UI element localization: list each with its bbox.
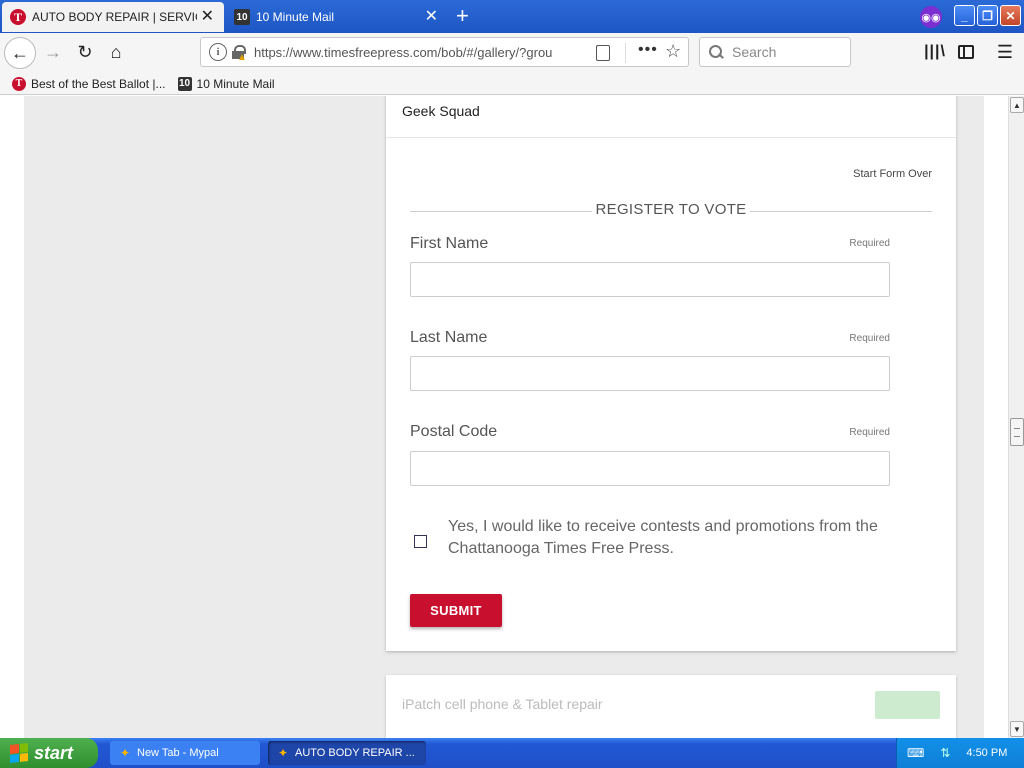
network-icon[interactable]: ⇅ (940, 746, 950, 760)
submit-button[interactable]: SUBMIT (410, 594, 502, 627)
start-label: start (34, 742, 74, 763)
start-button[interactable]: start (0, 738, 98, 768)
tab-strip: T AUTO BODY REPAIR | SERVICES ✕ 10 10 Mi… (0, 0, 1024, 33)
divider (386, 137, 956, 138)
browser-icon: ✦ (277, 746, 289, 760)
times-free-press-icon: T (10, 9, 26, 25)
scrollbar-thumb[interactable] (1010, 418, 1024, 446)
search-input[interactable]: Search (699, 37, 851, 67)
ten-minute-mail-icon: 10 (177, 76, 192, 91)
taskbar-item-auto-body-repair[interactable]: ✦ AUTO BODY REPAIR ... (268, 741, 426, 765)
restore-button[interactable]: ❐ (977, 5, 998, 26)
home-icon[interactable]: ⌂ (101, 37, 131, 67)
first-name-label: First Name (410, 235, 489, 252)
nominee-name: iPatch cell phone & Tablet repair (402, 696, 603, 712)
bookmark-label: Best of the Best Ballot |... (31, 76, 166, 91)
bookmark-10-minute-mail[interactable]: 10 10 Minute Mail (177, 76, 275, 91)
promotions-checkbox[interactable] (414, 535, 427, 548)
page-actions-more-icon[interactable]: ••• (638, 41, 658, 59)
bookmark-label: 10 Minute Mail (196, 76, 275, 91)
library-icon[interactable]: |||\ (920, 37, 950, 67)
nominee-card: iPatch cell phone & Tablet repair (386, 675, 956, 738)
nominee-name: Geek Squad (402, 103, 480, 119)
back-arrow-icon[interactable]: ← (4, 37, 36, 69)
page-content: Geek Squad Start Form Over REGISTER TO V… (0, 96, 1008, 738)
taskbar-item-label: AUTO BODY REPAIR ... (295, 747, 415, 759)
minimize-button[interactable]: _ (954, 5, 975, 26)
close-tab-icon[interactable]: ✕ (425, 9, 438, 25)
url-text[interactable]: https://www.timesfreepress.com/bob/#/gal… (254, 45, 564, 60)
required-label: Required (849, 427, 890, 438)
register-heading-text: REGISTER TO VOTE (591, 201, 751, 218)
vertical-scrollbar[interactable]: ▲ ▼ (1008, 96, 1024, 738)
info-icon[interactable]: i (209, 43, 227, 61)
postal-code-label: Postal Code (410, 423, 498, 440)
reload-icon[interactable]: ↻ (70, 37, 100, 67)
last-name-label: Last Name (410, 329, 488, 346)
last-name-field[interactable] (410, 356, 890, 391)
tab-auto-body-repair[interactable]: T AUTO BODY REPAIR | SERVICES ✕ (2, 2, 224, 32)
register-heading: REGISTER TO VOTE (410, 201, 932, 221)
bookmark-best-of-the-best[interactable]: T Best of the Best Ballot |... (12, 76, 166, 91)
right-gutter (984, 96, 1008, 738)
new-tab-button[interactable]: + (456, 5, 469, 27)
tab-10-minute-mail[interactable]: 10 10 Minute Mail ✕ (226, 2, 448, 32)
search-icon (709, 45, 723, 59)
private-browsing-mask-icon[interactable]: ◉◉ (920, 6, 942, 28)
bookmarks-toolbar: T Best of the Best Ballot |... 10 10 Min… (0, 73, 1024, 95)
clock[interactable]: 4:50 PM (966, 747, 1007, 759)
promotions-label: Yes, I would like to receive contests an… (448, 518, 878, 557)
reader-view-icon[interactable] (596, 45, 610, 61)
search-placeholder: Search (732, 44, 777, 60)
url-divider (625, 43, 626, 63)
required-label: Required (849, 333, 890, 344)
tab-title: AUTO BODY REPAIR | SERVICES (32, 10, 197, 24)
taskbar: start ✦ New Tab - Mypal ✦ AUTO BODY REPA… (0, 738, 1024, 768)
warning-icon: ▲ (237, 52, 247, 63)
ballot-card: Geek Squad Start Form Over REGISTER TO V… (386, 96, 956, 651)
first-name-field[interactable] (410, 262, 890, 297)
tab-title: 10 Minute Mail (256, 10, 335, 24)
window-close-button[interactable]: ✕ (1000, 5, 1021, 26)
taskbar-item-new-tab[interactable]: ✦ New Tab - Mypal (110, 741, 260, 765)
navigation-toolbar: ← → ↻ ⌂ i ▲ https://www.timesfreepress.c… (0, 33, 1024, 73)
required-label: Required (849, 238, 890, 249)
times-free-press-icon: T (12, 76, 26, 91)
postal-code-field[interactable] (410, 451, 890, 486)
ten-minute-mail-icon: 10 (234, 9, 250, 25)
browser-icon: ✦ (119, 746, 131, 760)
bookmark-star-icon[interactable]: ☆ (665, 41, 681, 62)
system-tray: ⌨ ⇅ 4:50 PM (896, 738, 1024, 768)
address-bar[interactable]: i ▲ https://www.timesfreepress.com/bob/#… (200, 37, 689, 67)
scroll-down-arrow-icon[interactable]: ▼ (1010, 721, 1024, 737)
taskbar-item-label: New Tab - Mypal (137, 747, 219, 759)
hamburger-menu-icon[interactable]: ☰ (990, 37, 1020, 67)
sidebar-icon[interactable] (951, 37, 981, 67)
left-gutter (0, 96, 24, 738)
vote-button[interactable] (875, 691, 940, 719)
keyboard-icon[interactable]: ⌨ (907, 746, 924, 760)
start-form-over-link[interactable]: Start Form Over (853, 168, 932, 180)
windows-logo-icon (10, 743, 28, 763)
scroll-up-arrow-icon[interactable]: ▲ (1010, 97, 1024, 113)
forward-arrow-icon[interactable]: → (38, 37, 68, 67)
close-tab-icon[interactable]: ✕ (201, 9, 214, 25)
